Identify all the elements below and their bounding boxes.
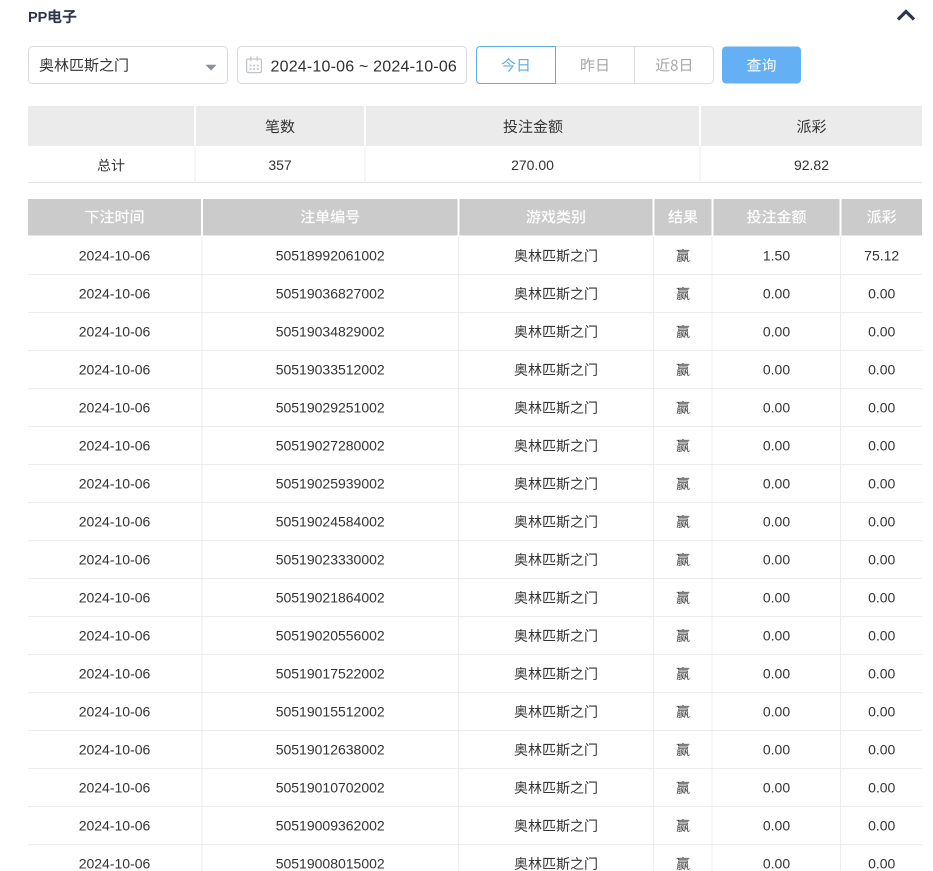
svg-text:0.00: 0.00 [868, 552, 895, 568]
svg-text:2024-10-06: 2024-10-06 [79, 552, 151, 568]
svg-text:50519034829002: 50519034829002 [276, 324, 385, 340]
svg-text:0.00: 0.00 [763, 400, 790, 416]
svg-text:75.12: 75.12 [864, 248, 899, 264]
svg-text:0.00: 0.00 [868, 324, 895, 340]
svg-text:270.00: 270.00 [511, 157, 554, 173]
svg-text:357: 357 [268, 157, 292, 173]
svg-text:0.00: 0.00 [763, 552, 790, 568]
svg-text:0.00: 0.00 [868, 704, 895, 720]
svg-text:2024-10-06: 2024-10-06 [79, 400, 151, 416]
svg-text:0.00: 0.00 [763, 438, 790, 454]
svg-text:0.00: 0.00 [868, 476, 895, 492]
svg-text:2024-10-06: 2024-10-06 [79, 666, 151, 682]
svg-text:0.00: 0.00 [763, 362, 790, 378]
svg-text:0.00: 0.00 [868, 590, 895, 606]
svg-text:50519025939002: 50519025939002 [276, 476, 385, 492]
svg-text:0.00: 0.00 [763, 818, 790, 834]
svg-text:2024-10-06: 2024-10-06 [79, 590, 151, 606]
svg-text:0.00: 0.00 [868, 400, 895, 416]
svg-text:0.00: 0.00 [763, 666, 790, 682]
svg-text:50519009362002: 50519009362002 [276, 818, 385, 834]
svg-text:2024-10-06 ~ 2024-10-06: 2024-10-06 ~ 2024-10-06 [271, 59, 458, 76]
svg-text:50519012638002: 50519012638002 [276, 742, 385, 758]
svg-text:50519017522002: 50519017522002 [276, 666, 385, 682]
svg-text:50519023330002: 50519023330002 [276, 552, 385, 568]
svg-text:2024-10-06: 2024-10-06 [79, 324, 151, 340]
svg-text:0.00: 0.00 [763, 286, 790, 302]
svg-text:50519008015002: 50519008015002 [276, 856, 385, 871]
svg-text:0.00: 0.00 [868, 856, 895, 871]
svg-text:2024-10-06: 2024-10-06 [79, 818, 151, 834]
svg-text:PP: PP [28, 10, 48, 26]
svg-text:2024-10-06: 2024-10-06 [79, 286, 151, 302]
svg-text:0.00: 0.00 [763, 476, 790, 492]
svg-text:0.00: 0.00 [763, 742, 790, 758]
svg-text:0.00: 0.00 [868, 780, 895, 796]
svg-text:2024-10-06: 2024-10-06 [79, 248, 151, 264]
svg-text:0.00: 0.00 [868, 514, 895, 530]
svg-text:50519015512002: 50519015512002 [276, 704, 385, 720]
svg-text:0.00: 0.00 [763, 856, 790, 871]
svg-text:2024-10-06: 2024-10-06 [79, 780, 151, 796]
svg-text:0.00: 0.00 [763, 514, 790, 530]
svg-text:50519020556002: 50519020556002 [276, 628, 385, 644]
svg-text:0.00: 0.00 [868, 438, 895, 454]
svg-text:2024-10-06: 2024-10-06 [79, 438, 151, 454]
svg-text:2024-10-06: 2024-10-06 [79, 856, 151, 871]
svg-text:0.00: 0.00 [763, 704, 790, 720]
svg-text:0.00: 0.00 [868, 666, 895, 682]
svg-text:0.00: 0.00 [868, 362, 895, 378]
svg-text:1.50: 1.50 [763, 248, 790, 264]
svg-text:92.82: 92.82 [794, 157, 829, 173]
svg-text:50519036827002: 50519036827002 [276, 286, 385, 302]
svg-text:0.00: 0.00 [868, 628, 895, 644]
svg-text:50519029251002: 50519029251002 [276, 400, 385, 416]
svg-text:0.00: 0.00 [763, 628, 790, 644]
svg-text:0.00: 0.00 [763, 324, 790, 340]
svg-text:50518992061002: 50518992061002 [276, 248, 385, 264]
svg-text:0.00: 0.00 [868, 742, 895, 758]
svg-text:2024-10-06: 2024-10-06 [79, 514, 151, 530]
svg-text:50519033512002: 50519033512002 [276, 362, 385, 378]
svg-text:2024-10-06: 2024-10-06 [79, 362, 151, 378]
svg-text:0.00: 0.00 [763, 780, 790, 796]
svg-text:50519021864002: 50519021864002 [276, 590, 385, 606]
svg-text:50519024584002: 50519024584002 [276, 514, 385, 530]
svg-text:2024-10-06: 2024-10-06 [79, 628, 151, 644]
svg-text:0.00: 0.00 [868, 286, 895, 302]
svg-text:0.00: 0.00 [868, 818, 895, 834]
svg-text:50519027280002: 50519027280002 [276, 438, 385, 454]
svg-text:2024-10-06: 2024-10-06 [79, 704, 151, 720]
svg-text:0.00: 0.00 [763, 590, 790, 606]
svg-text:50519010702002: 50519010702002 [276, 780, 385, 796]
svg-text:2024-10-06: 2024-10-06 [79, 476, 151, 492]
svg-text:2024-10-06: 2024-10-06 [79, 742, 151, 758]
